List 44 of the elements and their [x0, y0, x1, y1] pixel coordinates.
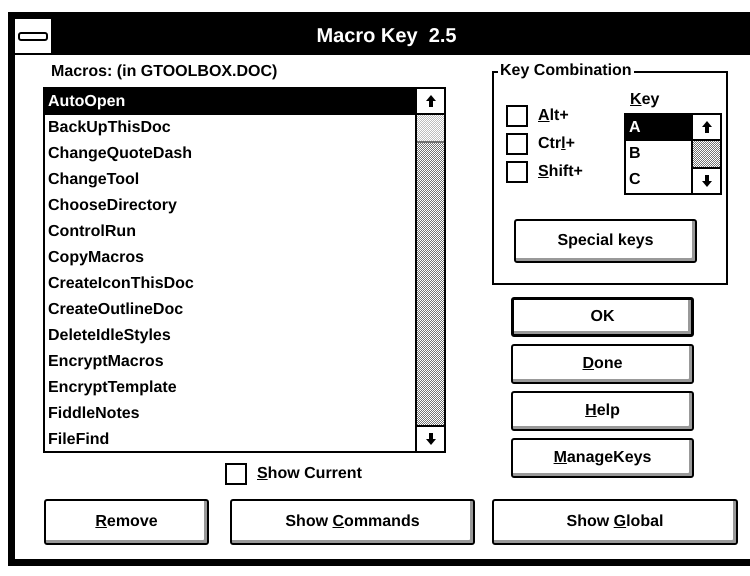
show-current-checkbox[interactable]	[225, 463, 247, 485]
macro-list-item[interactable]: ControlRun	[45, 219, 415, 245]
macro-list-item[interactable]: CreateIconThisDoc	[45, 271, 415, 297]
modifier-checkbox[interactable]	[506, 161, 528, 183]
dialog-button[interactable]: OK	[511, 297, 694, 337]
key-list-item[interactable]: C	[626, 167, 691, 193]
macro-list-item[interactable]: EncryptMacros	[45, 349, 415, 375]
special-keys-button[interactable]: Special keys	[514, 219, 697, 263]
macro-list-item[interactable]: ChooseDirectory	[45, 193, 415, 219]
dialog-button[interactable]: Help	[511, 391, 694, 431]
dialog-button[interactable]: ManageKeys	[511, 438, 694, 478]
macro-list-item[interactable]: DeleteIdleStyles	[45, 323, 415, 349]
show-current-label: Show Current	[257, 465, 362, 483]
scroll-track[interactable]	[693, 141, 720, 167]
scroll-thumb[interactable]	[417, 115, 444, 143]
modifier-checkbox[interactable]	[506, 105, 528, 127]
modifier-label: Shift+	[538, 163, 583, 181]
macros-label: Macros: (in GTOOLBOX.DOC)	[51, 63, 278, 81]
group-title: Key Combination	[498, 62, 634, 80]
modifier-checkbox[interactable]	[506, 133, 528, 155]
modifier-label: Alt+	[538, 107, 569, 125]
macro-list-item[interactable]: ChangeTool	[45, 167, 415, 193]
key-list-item[interactable]: A	[626, 115, 691, 141]
dialog-button[interactable]: Show Commands	[230, 499, 475, 545]
macro-list-item[interactable]: EncryptTemplate	[45, 375, 415, 401]
window-title: Macro Key 2.5	[316, 24, 457, 48]
macro-list-item[interactable]: ChangeQuoteDash	[45, 141, 415, 167]
macro-list-item[interactable]: CopyMacros	[45, 245, 415, 271]
key-list-item[interactable]: B	[626, 141, 691, 167]
dialog-button[interactable]: Done	[511, 344, 694, 384]
up-arrow-icon	[426, 95, 436, 107]
macro-list-item[interactable]: AutoOpen	[45, 89, 415, 115]
down-arrow-icon	[702, 175, 712, 187]
macro-list-item[interactable]: FileFind	[45, 427, 415, 453]
dialog-button[interactable]: Show Global	[492, 499, 738, 545]
system-menu-button[interactable]	[15, 19, 53, 53]
macro-list-item[interactable]: BackUpThisDoc	[45, 115, 415, 141]
down-arrow-icon	[426, 433, 436, 445]
macro-list-item[interactable]: FiddleNotes	[45, 401, 415, 427]
key-label: Key	[630, 91, 660, 110]
modifier-label: Ctrl+	[538, 135, 575, 153]
dialog-button[interactable]: Remove	[44, 499, 209, 545]
macro-list-item[interactable]: CreateOutlineDoc	[45, 297, 415, 323]
up-arrow-icon	[702, 121, 712, 133]
